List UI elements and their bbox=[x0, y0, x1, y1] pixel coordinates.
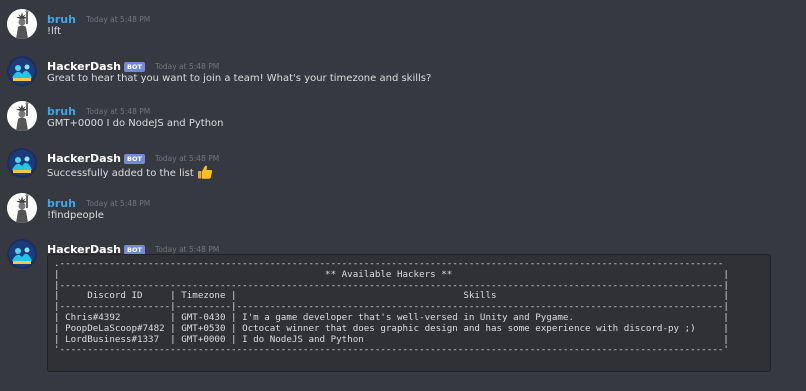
table-row: | PoopDeLaScoop#7482 | GMT+0530 | Octoca… bbox=[54, 322, 729, 334]
table-border: --------------------|----------|--------… bbox=[59, 301, 724, 313]
table-border: .---------------------------------------… bbox=[54, 258, 724, 269]
bot-badge: BOT bbox=[124, 244, 145, 255]
chat-message-list: bruh Today at 5:48 PM !lft HackerDash BOT… bbox=[0, 0, 806, 391]
message-text: GMT+0000 I do NodeJS and Python bbox=[47, 118, 224, 129]
table-header-row: Discord ID | Timezone | Skills bbox=[59, 290, 724, 302]
statue-of-liberty-avatar[interactable] bbox=[7, 193, 37, 223]
message-text-body: Successfully added to the list bbox=[47, 168, 194, 179]
timestamp: Today at 5:48 PM bbox=[155, 62, 220, 71]
timestamp: Today at 5:48 PM bbox=[155, 245, 220, 254]
timestamp: Today at 5:48 PM bbox=[86, 199, 151, 208]
bot-badge: BOT bbox=[124, 61, 145, 72]
statue-of-liberty-avatar[interactable] bbox=[7, 101, 37, 131]
statue-of-liberty-avatar[interactable] bbox=[7, 9, 37, 39]
table-title: ** Available Hackers ** bbox=[59, 268, 724, 280]
message-text: Great to hear that you want to join a te… bbox=[47, 73, 432, 84]
timestamp: Today at 5:48 PM bbox=[86, 107, 151, 116]
table-row: | Chris#4392 | GMT-0430 | I'm a game dev… bbox=[54, 311, 729, 323]
table-row: | LordBusiness#1337 | GMT+0000 | I do No… bbox=[54, 333, 729, 345]
hackerdash-avatar[interactable] bbox=[7, 239, 37, 269]
message-text: !lft bbox=[47, 26, 62, 37]
hackerdash-avatar[interactable] bbox=[7, 56, 37, 86]
bot-badge: BOT bbox=[124, 153, 145, 164]
code-block[interactable]: .---------------------------------------… bbox=[47, 254, 771, 372]
hackers-table: .---------------------------------------… bbox=[54, 258, 729, 356]
timestamp: Today at 5:48 PM bbox=[86, 15, 151, 24]
message-text: !findpeople bbox=[47, 210, 104, 221]
timestamp: Today at 5:48 PM bbox=[155, 154, 220, 163]
hackerdash-avatar[interactable] bbox=[7, 148, 37, 178]
table-border: ----------------------------------------… bbox=[59, 344, 724, 356]
table-border: ----------------------------------------… bbox=[59, 279, 724, 291]
thumbs-up-emoji bbox=[197, 165, 212, 179]
table-body: | Chris#4392 | GMT-0430 | I'm a game dev… bbox=[54, 312, 729, 345]
message-text: Successfully added to the list bbox=[47, 164, 213, 181]
